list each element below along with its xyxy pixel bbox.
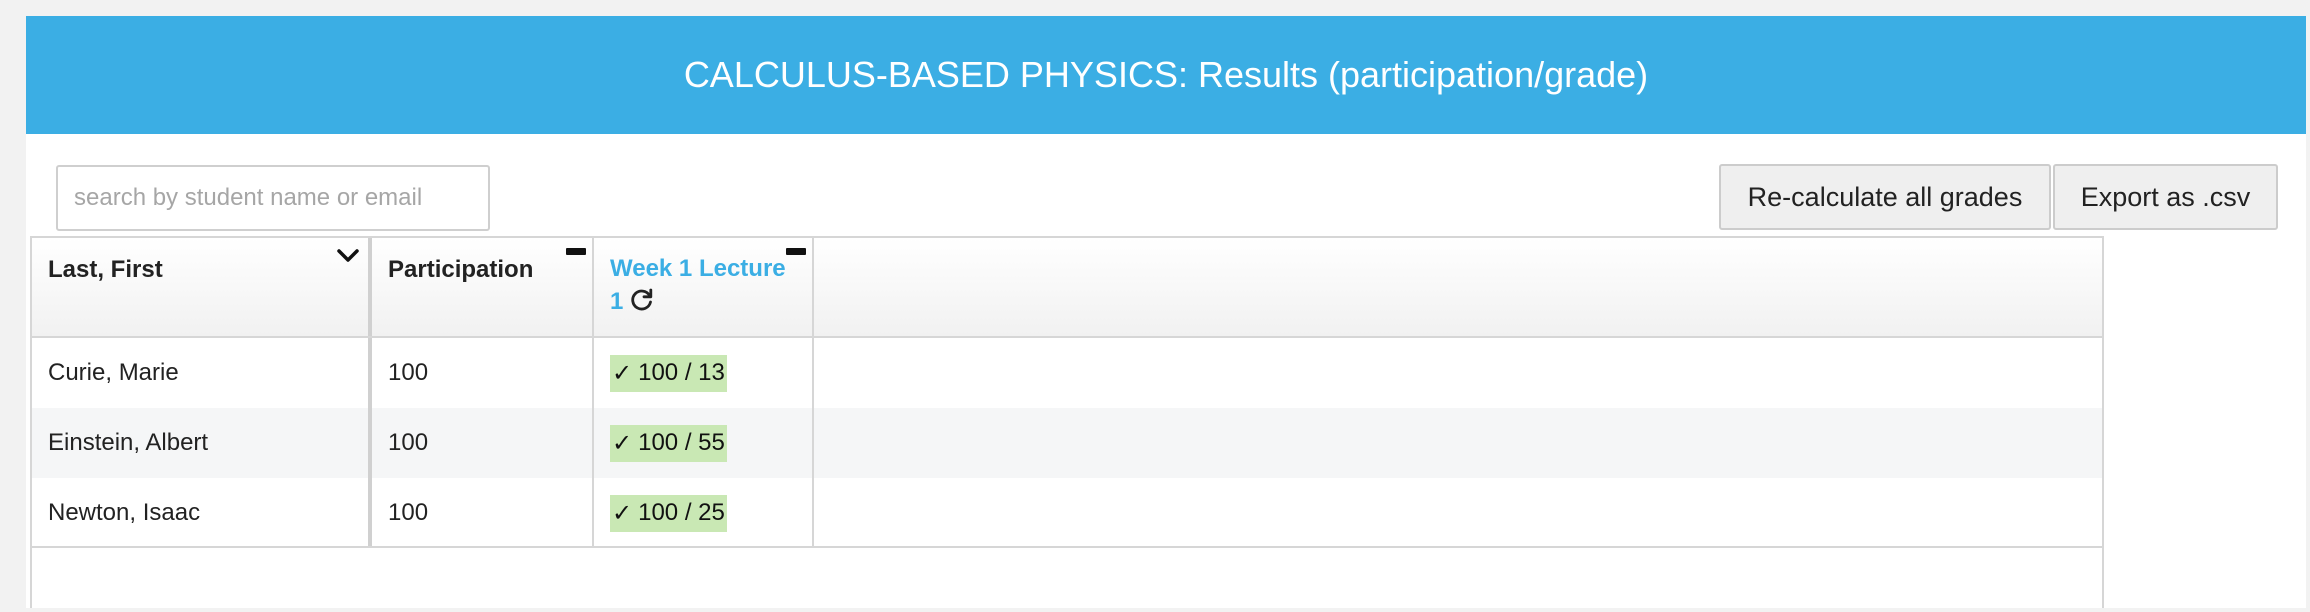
- export-csv-button[interactable]: Export as .csv: [2053, 164, 2278, 230]
- table-row: Newton, Isaac 100 ✓ 100 / 25: [32, 478, 2102, 548]
- search-input[interactable]: [56, 165, 490, 231]
- column-header-week-1-lecture-1[interactable]: Week 1 Lecture 1: [594, 238, 814, 336]
- grade-badge[interactable]: ✓ 100 / 13: [610, 354, 727, 392]
- grade-cell[interactable]: ✓ 100 / 55: [594, 408, 814, 478]
- grade-cell[interactable]: ✓ 100 / 25: [594, 478, 814, 548]
- chevron-down-icon[interactable]: [336, 244, 360, 268]
- minus-icon[interactable]: [786, 248, 806, 255]
- column-header-participation[interactable]: Participation: [372, 238, 594, 336]
- refresh-icon[interactable]: [629, 287, 655, 313]
- column-header-name[interactable]: Last, First: [32, 238, 372, 336]
- grade-cell[interactable]: ✓ 100 / 13: [594, 338, 814, 408]
- grade-value: 100 / 55: [638, 429, 725, 456]
- grade-value: 100 / 13: [638, 359, 725, 386]
- grade-badge[interactable]: ✓ 100 / 25: [610, 494, 727, 532]
- check-icon: ✓: [612, 499, 633, 527]
- table-empty-area: [32, 546, 2102, 612]
- table-row: Curie, Marie 100 ✓ 100 / 13: [32, 338, 2102, 408]
- column-header-week-label[interactable]: Week 1 Lecture: [610, 255, 786, 282]
- column-header-name-label: Last, First: [48, 256, 163, 283]
- table-row: Einstein, Albert 100 ✓ 100 / 55: [32, 408, 2102, 478]
- student-name-cell: Curie, Marie: [32, 338, 372, 408]
- page-title: CALCULUS-BASED PHYSICS: Results (partici…: [683, 54, 1649, 95]
- grade-badge[interactable]: ✓ 100 / 55: [610, 424, 727, 462]
- column-header-participation-label: Participation: [388, 256, 534, 283]
- page-header: CALCULUS-BASED PHYSICS: Results (partici…: [26, 16, 2306, 134]
- participation-cell: 100: [372, 338, 594, 408]
- recalculate-grades-button[interactable]: Re-calculate all grades: [1719, 164, 2051, 230]
- column-header-week-label-2[interactable]: 1: [610, 288, 623, 315]
- student-name-cell: Einstein, Albert: [32, 408, 372, 478]
- participation-cell: 100: [372, 478, 594, 548]
- table-header: Last, First Participation Week 1 Lecture…: [32, 238, 2102, 338]
- grade-value: 100 / 25: [638, 499, 725, 526]
- check-icon: ✓: [612, 429, 633, 457]
- participation-cell: 100: [372, 408, 594, 478]
- results-table: Last, First Participation Week 1 Lecture…: [30, 236, 2104, 608]
- minus-icon[interactable]: [566, 248, 586, 255]
- student-name-cell: Newton, Isaac: [32, 478, 372, 548]
- check-icon: ✓: [612, 359, 633, 387]
